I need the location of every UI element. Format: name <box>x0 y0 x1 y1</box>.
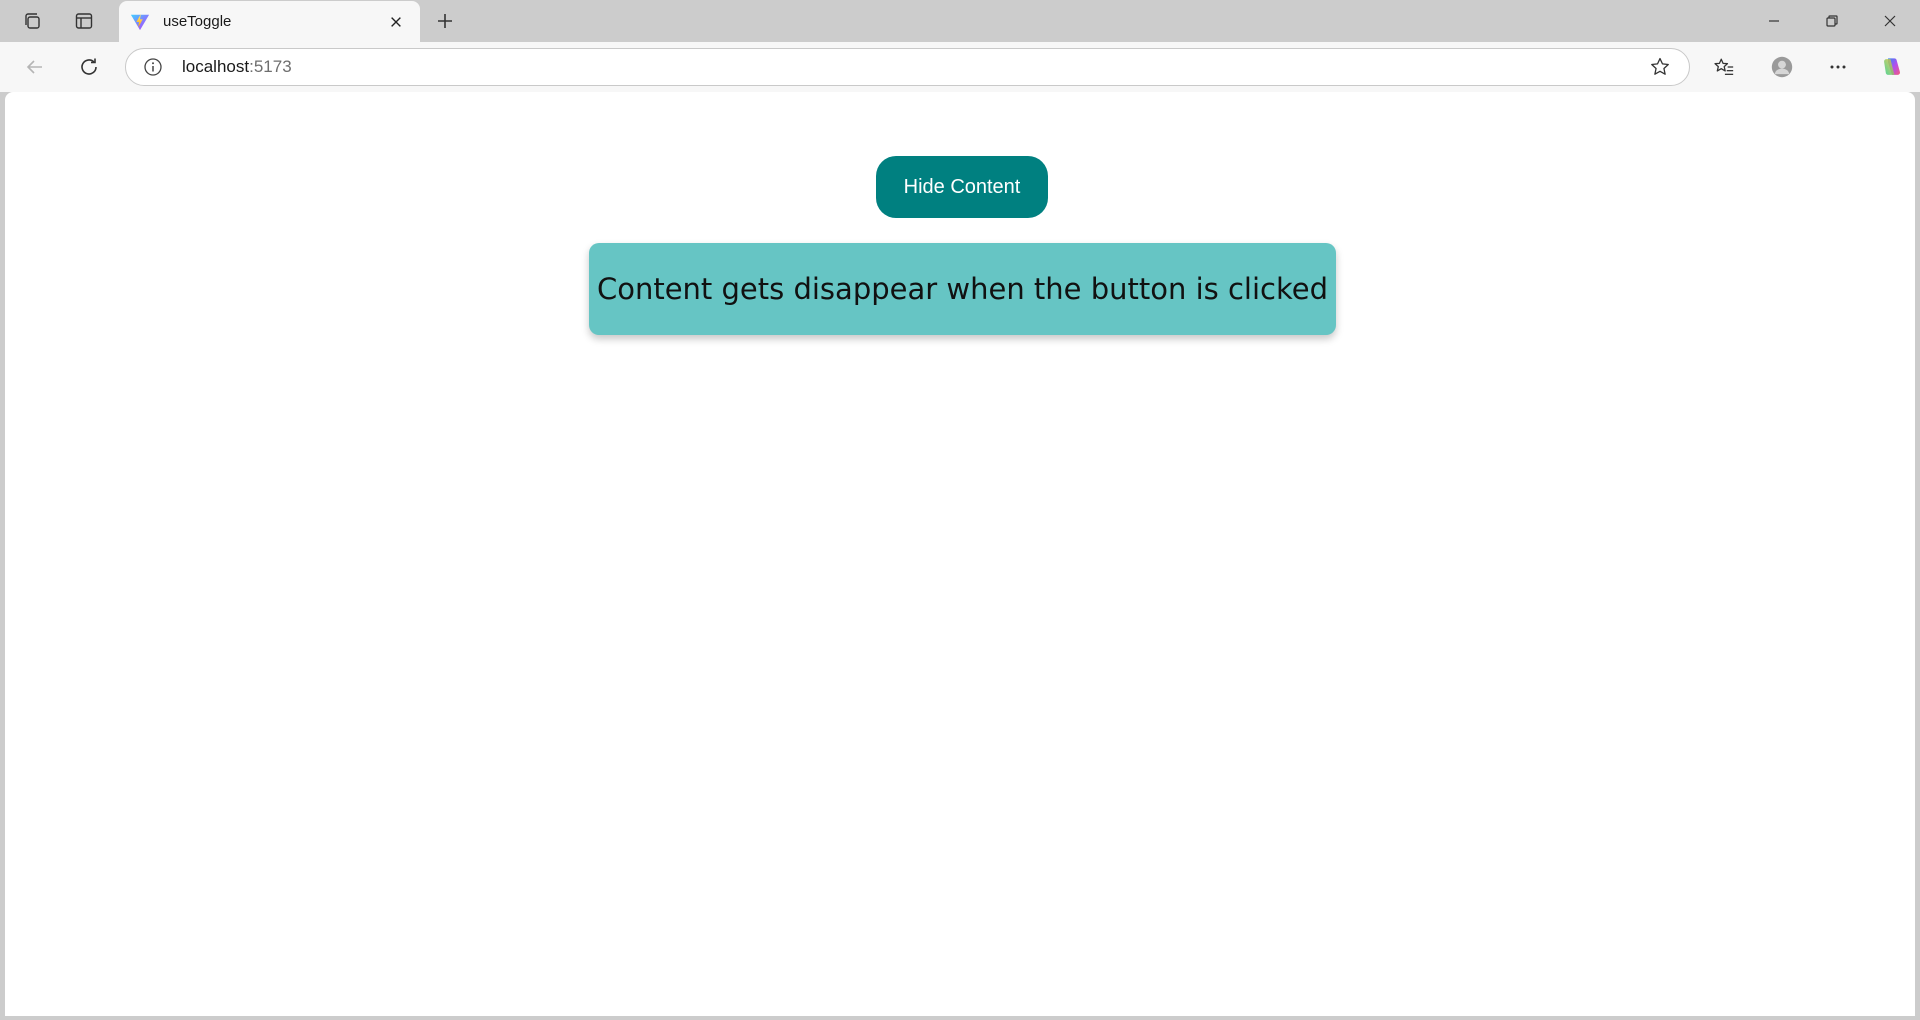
url-host: localhost <box>182 57 250 76</box>
more-dots-icon <box>1830 65 1846 69</box>
reload-icon <box>81 58 97 75</box>
close-window-button[interactable] <box>1862 0 1918 42</box>
browser-tab-strip: useToggle <box>0 0 1920 42</box>
back-button[interactable] <box>17 49 53 85</box>
reload-button[interactable] <box>71 49 107 85</box>
url-port: :5173 <box>249 57 292 76</box>
avatar-icon <box>1771 56 1793 78</box>
workspaces-icon <box>25 13 40 29</box>
close-icon <box>391 16 401 27</box>
plus-icon <box>438 14 452 28</box>
hide-content-button[interactable]: Hide Content <box>876 156 1048 218</box>
tab-actions-icon <box>75 13 93 29</box>
profile-button[interactable] <box>1764 49 1800 85</box>
restore-icon <box>1826 15 1838 27</box>
favorites-button[interactable] <box>1706 49 1742 85</box>
address-bar[interactable]: localhost:5173 <box>125 48 1690 86</box>
tab-actions-button[interactable] <box>66 6 102 36</box>
favorite-star-button[interactable] <box>1647 54 1673 80</box>
minimize-button[interactable] <box>1746 0 1802 42</box>
page-viewport: Hide Content Content gets disappear when… <box>5 92 1915 1016</box>
tab-close-button[interactable] <box>384 10 408 34</box>
restore-button[interactable] <box>1804 0 1860 42</box>
tab-title: useToggle <box>163 13 232 30</box>
tab-usetoggle[interactable]: useToggle <box>119 1 420 42</box>
browser-toolbar: localhost:5173 <box>0 42 1920 92</box>
toggle-content-box: Content gets disappear when the button i… <box>589 243 1336 335</box>
site-info-icon[interactable] <box>142 56 164 78</box>
back-arrow-icon <box>26 60 42 74</box>
copilot-icon <box>1884 58 1900 75</box>
close-icon <box>1884 15 1896 27</box>
new-tab-button[interactable] <box>427 6 463 36</box>
copilot-button[interactable] <box>1874 49 1910 85</box>
star-icon <box>1651 57 1669 75</box>
minimize-icon <box>1769 20 1779 22</box>
vite-logo-icon <box>129 11 151 33</box>
workspaces-button[interactable] <box>14 6 50 36</box>
url-text: localhost:5173 <box>182 57 1647 77</box>
settings-more-button[interactable] <box>1820 49 1856 85</box>
favorites-list-icon <box>1714 58 1734 75</box>
